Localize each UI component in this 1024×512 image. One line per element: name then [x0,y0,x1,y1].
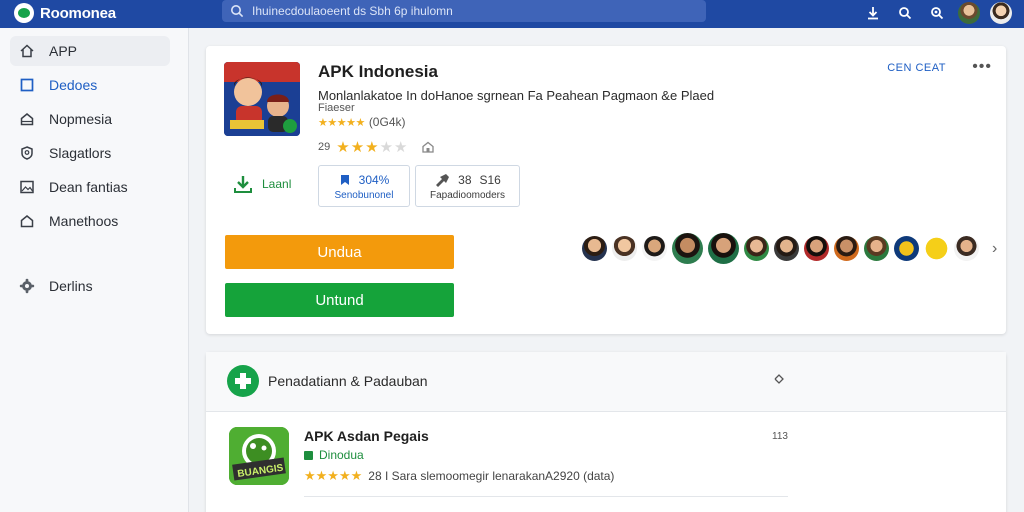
sidebar-item-derlins[interactable]: Derlins [10,271,170,301]
people-avatar-strip: › [582,233,997,264]
sidebar-item-label: Nopmesia [49,111,113,127]
divider [304,496,788,497]
related-app-title[interactable]: APK Asdan Pegais [304,428,429,444]
avatar[interactable] [804,236,829,261]
rating-count: (0G4k) [368,115,406,129]
sidebar-item-label: APP [49,43,78,59]
pin-icon [436,174,450,187]
rating-label: 29 [318,141,331,153]
app-rating-summary: ★★★★★ (0G4k) [318,115,406,129]
home-outline-icon [19,213,35,229]
image-icon [19,179,35,195]
home-icon [421,141,434,153]
top-app-bar: Roomonea [0,0,1024,28]
app-detail-card: APK Indonesia Monlanlakatoe In doHanoe s… [206,46,1006,334]
app-subtitle: Fiaeser [318,102,355,114]
sidebar-item-label: Dean fantias [49,179,128,195]
primary-download-button[interactable]: Undua [225,235,454,269]
sidebar-item-dean-fantias[interactable]: Dean fantias [10,172,170,202]
avatar[interactable] [864,236,889,261]
sidebar-item-label: Manethoos [49,213,119,229]
square-icon [19,77,35,93]
app-icon[interactable] [224,62,300,136]
more-options-icon[interactable]: ••• [972,58,992,76]
avatar[interactable] [990,2,1012,24]
star-rating-icon: ★★★★★ [304,468,363,483]
star-rating-icon[interactable]: ★★★★★ [336,138,408,156]
home-icon [19,43,35,59]
bookmark-icon [340,175,349,185]
avatar[interactable] [642,236,667,261]
avatar[interactable] [582,236,607,261]
avatar[interactable] [708,233,739,264]
stat-value: 304% [358,173,390,187]
brand-name: Roomonea [40,4,116,22]
home-outline-icon [19,111,35,127]
avatar[interactable] [744,236,769,261]
avatar[interactable] [894,236,919,261]
search-input[interactable] [252,4,706,18]
badge-square-icon [304,450,313,460]
avatar[interactable] [774,236,799,261]
download-icon [234,176,252,193]
avatar[interactable] [672,233,703,264]
avatar[interactable] [924,236,949,261]
sidebar-item-label: Derlins [49,278,93,294]
rating-text: 28 I Sara slemoomegir lenarakanA2920 (da… [368,469,615,483]
section-title: Penadatiann & Padauban [268,373,428,389]
sidebar-item-app[interactable]: APP [10,36,170,66]
secondary-install-button[interactable]: Untund [225,283,454,317]
expand-icon[interactable] [772,372,786,389]
stat-box-score[interactable]: 304% Senobunonel [318,165,410,207]
sidebar-item-dedoes[interactable]: Dedoes [10,70,170,100]
chevron-right-icon[interactable]: › [992,240,997,258]
avatar[interactable] [612,236,637,261]
zoom-icon[interactable] [926,2,948,24]
stat-value: S16 [479,173,501,187]
shield-icon [19,145,35,161]
related-app-badge: Dinodua [304,448,364,462]
search-bar[interactable] [222,0,706,22]
brand-logo-icon [14,3,34,23]
star-rating-icon: ★★★★★ [318,116,365,129]
sidebar-item-slagatlors[interactable]: Slagatlors [10,138,170,168]
sidebar-item-nopmesia[interactable]: Nopmesia [10,104,170,134]
related-apps-card: Penadatiann & Padauban BUANGIS APK Asdan… [206,352,1006,512]
install-label: Laanl [262,177,292,191]
sidebar-item-manethoos[interactable]: Manethoos [10,206,170,236]
sidebar-item-label: Slagatlors [49,145,112,161]
stat-box-downloads[interactable]: 38 S16 Fapadioomoders [415,165,520,207]
section-header[interactable]: Penadatiann & Padauban [206,352,1006,412]
avatar[interactable] [958,2,980,24]
search-icon [231,5,244,18]
stat-label: Senobunonel [334,190,394,201]
download-icon[interactable] [862,2,884,24]
stat-value: 38 [458,173,472,187]
related-app-icon[interactable]: BUANGIS [229,427,289,485]
top-icons [862,2,1012,24]
avatar[interactable] [954,236,979,261]
app-rating-row: 29 ★★★★★ [318,138,435,156]
sidebar: APP Dedoes Nopmesia Slagatlors Dean fant… [0,28,189,512]
add-icon[interactable] [227,365,259,397]
gear-icon [19,278,35,294]
card-header-link[interactable]: CEN CEAT [887,62,946,74]
app-description: Monlanlakatoe In doHanoe sgrnean Fa Peah… [318,88,715,103]
related-app-rating: ★★★★★ 28 I Sara slemoomegir lenarakanA29… [304,468,614,484]
badge-label: Dinodua [319,448,364,462]
brand[interactable]: Roomonea [14,3,116,23]
stat-label: Fapadioomoders [429,190,506,201]
avatar[interactable] [834,236,859,261]
search-icon[interactable] [894,2,916,24]
app-title: APK Indonesia [318,62,438,81]
related-app-count: 113 [772,431,788,442]
install-link[interactable]: Laanl [232,173,291,195]
sidebar-item-label: Dedoes [49,77,98,93]
